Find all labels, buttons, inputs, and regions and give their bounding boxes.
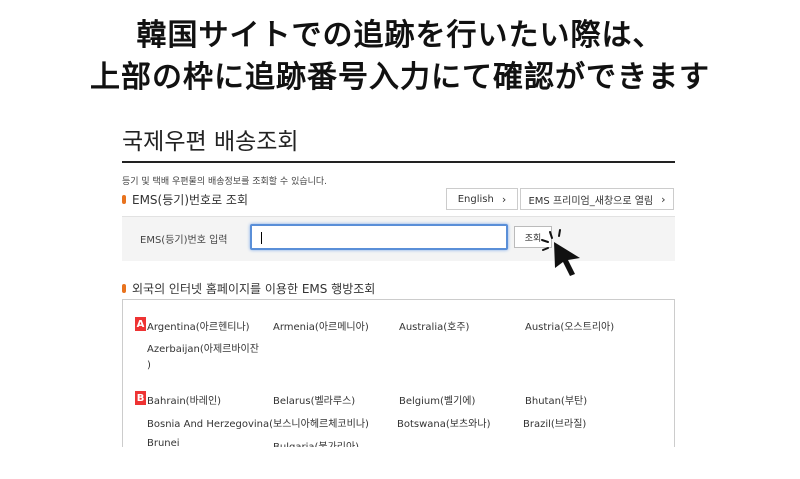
tracking-panel: 국제우편 배송조회 등기 및 택배 우편물의 배송정보를 조회할 수 있습니다.… (122, 112, 675, 447)
country-link[interactable]: Bahrain(바레인) (147, 392, 221, 407)
bullet-icon (122, 195, 126, 204)
foreign-section-title-text: 외국의 인터넷 홈페이지를 이용한 EMS 행방조회 (132, 282, 376, 296)
title-divider (122, 161, 675, 163)
bullet-icon (122, 284, 126, 293)
country-link[interactable]: Brunei (147, 438, 180, 447)
country-list: A Argentina(아르헨티나) Armenia(아르메니아) Austra… (122, 299, 675, 447)
text-caret (261, 232, 262, 244)
ems-premium-link-label: EMS 프리미엄_새창으로 열림 (528, 195, 654, 207)
country-link[interactable]: Botswana(보츠와나) (397, 415, 491, 430)
country-link[interactable]: Bulgaria(불가리아) (273, 438, 359, 447)
country-link-wrap: ) (147, 360, 151, 371)
headline-line-2: 上部の枠に追跡番号入力にて確認ができます (90, 60, 710, 95)
country-link[interactable]: Azerbaijan(아제르바이잔 (147, 340, 259, 355)
headline-line-1: 韓国サイトでの追跡を行いたい際は、 (136, 18, 664, 53)
page-title: 국제우편 배송조회 (122, 129, 299, 155)
letter-badge-a: A (135, 317, 146, 331)
chevron-right-icon: › (501, 192, 507, 206)
country-link[interactable]: Bosnia And Herzegovina(보스니아헤르체코비나) (147, 415, 369, 430)
english-link-button[interactable]: English › (446, 188, 518, 210)
country-link[interactable]: Armenia(아르메니아) (273, 318, 369, 333)
country-link[interactable]: Brazil(브라질) (523, 415, 586, 430)
country-link[interactable]: Belgium(벨기에) (399, 392, 475, 407)
page-description: 등기 및 택배 우편물의 배송정보를 조회할 수 있습니다. (122, 177, 328, 187)
ems-search-box: EMS(등기)번호 입력 조회 (122, 216, 675, 261)
hand-pointer-icon (541, 229, 580, 276)
ems-number-input[interactable] (250, 224, 508, 250)
chevron-right-icon: › (661, 192, 666, 206)
foreign-section-title: 외국의 인터넷 홈페이지를 이용한 EMS 행방조회 (122, 280, 375, 297)
country-link[interactable]: Austria(오스트리아) (525, 318, 614, 333)
ems-input-label: EMS(등기)번호 입력 (140, 235, 228, 246)
english-link-label: English (457, 193, 494, 205)
ems-section-title-text: EMS(등기)번호로 조회 (132, 193, 249, 207)
ems-premium-link-button[interactable]: EMS 프리미엄_새창으로 열림 › (520, 188, 674, 210)
country-link[interactable]: Belarus(벨라루스) (273, 392, 355, 407)
country-link[interactable]: Bhutan(부탄) (525, 392, 587, 407)
ems-section-title: EMS(등기)번호로 조회 (122, 191, 248, 208)
country-link[interactable]: Australia(호주) (399, 318, 469, 333)
letter-badge-b: B (135, 391, 146, 405)
country-link[interactable]: Argentina(아르헨티나) (147, 318, 250, 333)
